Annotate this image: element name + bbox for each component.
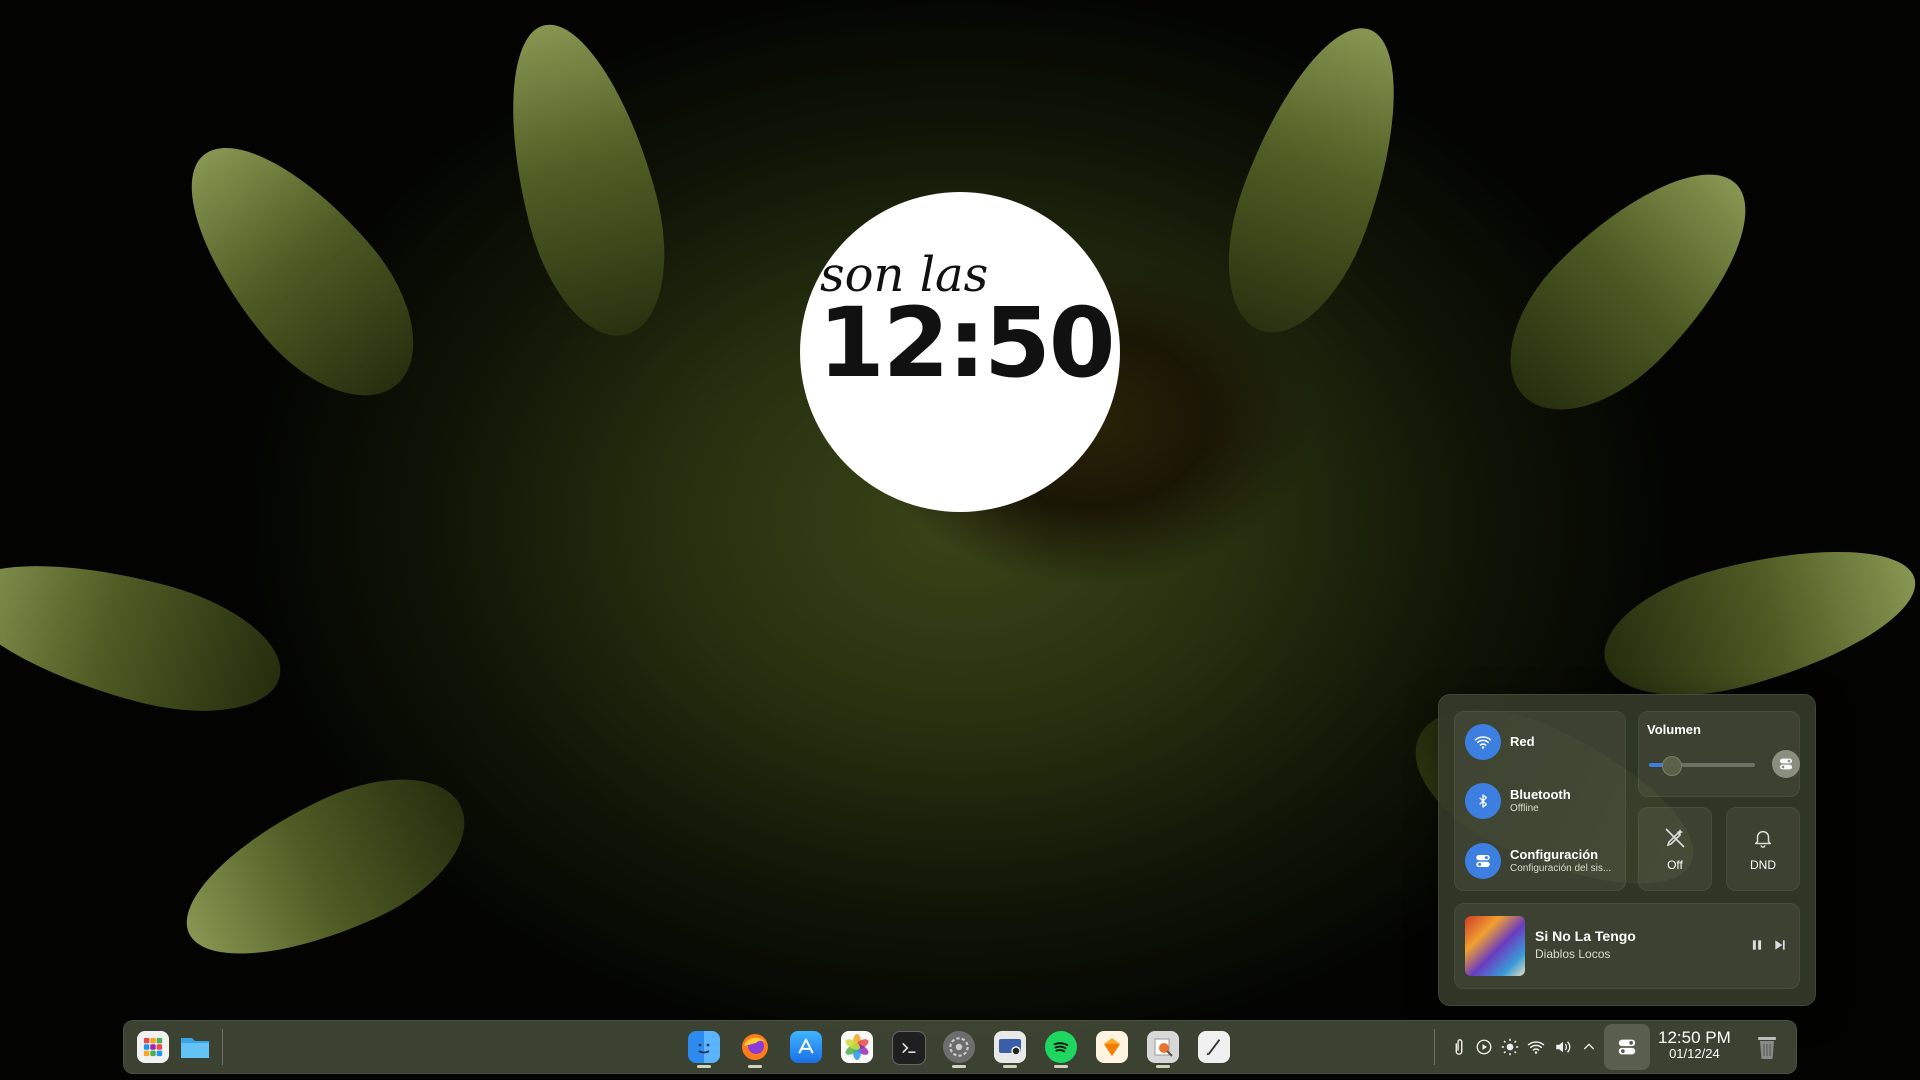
- wifi-icon[interactable]: [1526, 1037, 1546, 1057]
- album-art: [1465, 916, 1525, 976]
- pause-button[interactable]: [1750, 938, 1764, 957]
- brightness-icon[interactable]: [1500, 1037, 1520, 1057]
- toggles-icon: [1465, 843, 1501, 879]
- text-editor-icon[interactable]: [1198, 1031, 1230, 1063]
- quick-settings-button[interactable]: [1604, 1024, 1650, 1070]
- network-label: Red: [1510, 733, 1535, 749]
- pen-off-icon: [1665, 828, 1685, 848]
- quick-settings-icon: [1618, 1039, 1636, 1055]
- finder-icon[interactable]: [688, 1031, 720, 1063]
- settings-label: Configuración: [1510, 846, 1599, 862]
- volume-label: Volumen: [1647, 722, 1701, 737]
- wifi-icon: [1465, 724, 1501, 760]
- dock: 12:50 PM 01/12/24: [123, 1020, 1797, 1074]
- clock-button[interactable]: 12:50 PM 01/12/24: [1658, 1029, 1731, 1060]
- system-settings-icon[interactable]: [943, 1031, 975, 1063]
- track-artist: Diablos Locos: [1535, 947, 1611, 961]
- dnd-label: DND: [1750, 858, 1776, 872]
- dnd-toggle[interactable]: DND: [1726, 807, 1800, 891]
- dock-separator: [1434, 1029, 1435, 1065]
- settings-subtitle: Configuración del sis...: [1510, 862, 1612, 874]
- clock-time: 12:50: [818, 287, 1116, 399]
- clock-date-label: 01/12/24: [1669, 1045, 1720, 1061]
- trash-icon[interactable]: [1751, 1031, 1783, 1063]
- preview-icon[interactable]: [1147, 1031, 1179, 1063]
- toggle-off-label: Off: [1667, 858, 1683, 872]
- volume-slider[interactable]: [1649, 756, 1755, 776]
- sketch-icon[interactable]: [1096, 1031, 1128, 1063]
- running-indicator: [748, 1065, 762, 1068]
- running-indicator: [1003, 1065, 1017, 1068]
- bluetooth-status: Offline: [1510, 802, 1539, 814]
- firefox-icon[interactable]: [739, 1031, 771, 1063]
- spotify-icon[interactable]: [1045, 1031, 1077, 1063]
- dock-separator: [222, 1029, 223, 1065]
- night-light-toggle[interactable]: Off: [1638, 807, 1712, 891]
- screenshot-icon[interactable]: [994, 1031, 1026, 1063]
- app-store-icon[interactable]: [790, 1031, 822, 1063]
- running-indicator: [1054, 1065, 1068, 1068]
- connectivity-card: Red Bluetooth Offline Configuración Conf…: [1454, 711, 1626, 891]
- audio-settings-button[interactable]: [1772, 750, 1800, 778]
- attachment-icon[interactable]: [1449, 1037, 1469, 1057]
- bluetooth-icon: [1465, 783, 1501, 819]
- track-title: Si No La Tengo: [1535, 928, 1636, 944]
- bluetooth-toggle[interactable]: Bluetooth Offline: [1465, 783, 1571, 819]
- pause-icon: [1752, 940, 1762, 950]
- volume-icon[interactable]: [1553, 1037, 1573, 1057]
- photos-icon[interactable]: [841, 1031, 873, 1063]
- media-play-icon[interactable]: [1474, 1037, 1494, 1057]
- volume-card: Volumen: [1638, 711, 1800, 797]
- files-icon[interactable]: [179, 1031, 211, 1063]
- next-track-button[interactable]: [1773, 938, 1787, 957]
- bluetooth-label: Bluetooth: [1510, 786, 1571, 802]
- quick-settings-panel: Red Bluetooth Offline Configuración Conf…: [1438, 694, 1816, 1006]
- terminal-icon[interactable]: [892, 1031, 926, 1065]
- clock-widget: son las 12:50: [800, 192, 1120, 512]
- clock-time-label: 12:50 PM: [1658, 1028, 1731, 1047]
- toggles-icon: [1780, 758, 1792, 770]
- running-indicator: [697, 1065, 711, 1068]
- settings-shortcut[interactable]: Configuración Configuración del sis...: [1465, 843, 1611, 879]
- running-indicator: [1156, 1065, 1170, 1068]
- volume-slider-handle[interactable]: [1662, 756, 1683, 776]
- chevron-up-icon[interactable]: [1579, 1037, 1599, 1057]
- media-player: Si No La Tengo Diablos Locos: [1454, 903, 1800, 989]
- launcher-icon[interactable]: [137, 1031, 169, 1063]
- next-track-icon: [1775, 940, 1785, 950]
- running-indicator: [952, 1065, 966, 1068]
- bell-icon: [1754, 830, 1772, 848]
- network-toggle[interactable]: Red: [1465, 724, 1535, 760]
